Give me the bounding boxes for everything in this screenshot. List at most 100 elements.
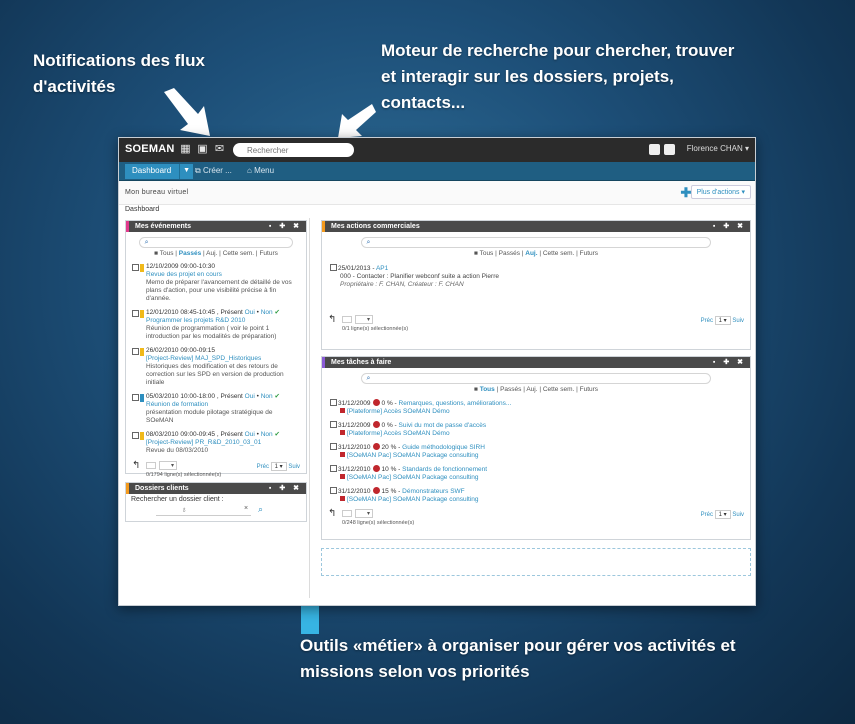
filter-past[interactable]: Passés <box>500 386 521 393</box>
select-all-toggle[interactable] <box>146 462 156 469</box>
checkbox[interactable] <box>330 487 337 494</box>
search-input[interactable] <box>233 143 354 157</box>
task-project[interactable]: [SOeMAN Pac] SOeMAN Package consulting <box>347 496 479 503</box>
nav-dashboard[interactable]: Dashboard ▼ <box>125 164 194 179</box>
action-select[interactable]: ▾ <box>355 509 373 518</box>
prev-page-link[interactable]: Préc <box>701 318 713 324</box>
search-icon[interactable]: ⌕ <box>258 504 263 515</box>
filter-all[interactable]: Tous <box>480 386 495 393</box>
event-title[interactable]: [Project-Review] MAJ_SPD_Historiques <box>146 355 300 363</box>
event-title[interactable]: Programmer les projets R&D 2010 <box>146 317 300 325</box>
notes-icon[interactable]: ▣ <box>196 143 209 156</box>
return-icon[interactable]: ↰ <box>328 314 336 325</box>
event-item[interactable]: 12/01/2010 08:45-10:45 , Présent Oui • N… <box>126 306 306 344</box>
task-item[interactable]: 31/12/2009 0 % - Suivi du mot de passe d'… <box>322 418 750 440</box>
attend-no-link[interactable]: Non <box>261 431 273 438</box>
page-select[interactable]: 1 ▾ <box>714 510 731 519</box>
help-icon[interactable] <box>649 144 660 155</box>
filter-future[interactable]: Futurs <box>580 386 598 393</box>
filter-past[interactable]: Passés <box>179 250 201 257</box>
nav-create[interactable]: ⧉ Créer ... <box>195 166 232 176</box>
filter-future[interactable]: Futurs <box>259 250 277 257</box>
filter-week[interactable]: Cette sem. <box>543 250 574 257</box>
task-title[interactable]: Démonstrateurs SWF <box>402 488 465 495</box>
checkbox[interactable] <box>132 264 139 271</box>
more-actions-button[interactable]: Plus d'actions ▾ <box>690 185 751 199</box>
action-select[interactable]: ▾ <box>355 315 373 324</box>
actions-search-field[interactable]: ⌕ <box>360 237 712 248</box>
task-project[interactable]: [SOeMAN Pac] SOeMAN Package consulting <box>347 452 479 459</box>
settings-icon[interactable] <box>664 144 675 155</box>
panel-controls[interactable]: ▪ ✚ ✖ <box>713 222 746 230</box>
checkbox[interactable] <box>330 465 337 472</box>
chevron-down-icon[interactable]: ▼ <box>179 164 193 179</box>
checkbox[interactable] <box>132 394 139 401</box>
tasks-search-field[interactable]: ⌕ <box>360 373 712 384</box>
next-page-link[interactable]: Suiv <box>288 464 300 470</box>
event-item[interactable]: 12/10/2009 09:00-10:30 Revue des projet … <box>126 260 306 306</box>
prev-page-link[interactable]: Préc <box>701 512 713 518</box>
filter-today[interactable]: Auj. <box>526 386 537 393</box>
task-title[interactable]: Remarques, questions, améliorations... <box>399 400 512 407</box>
return-icon[interactable]: ↰ <box>328 508 336 519</box>
attend-yes-link[interactable]: Oui <box>245 393 255 400</box>
checkbox[interactable] <box>132 432 139 439</box>
widget-drop-zone[interactable] <box>321 548 751 576</box>
filter-week[interactable]: Cette sem. <box>223 250 254 257</box>
select-all-toggle[interactable] <box>342 510 352 517</box>
attend-no-link[interactable]: Non <box>261 309 273 316</box>
event-title[interactable]: Réunion de formation <box>146 401 300 409</box>
filter-today[interactable]: Auj. <box>525 250 537 257</box>
nav-menu[interactable]: ⌂ Menu <box>247 166 274 175</box>
calendar-icon[interactable]: ▦ <box>179 143 192 156</box>
next-page-link[interactable]: Suiv <box>732 512 744 518</box>
task-item[interactable]: 31/12/2010 20 % - Guide méthodologique SI… <box>322 440 750 462</box>
filter-all[interactable]: Tous <box>160 250 174 257</box>
checkbox[interactable] <box>132 348 139 355</box>
select-all-toggle[interactable] <box>342 316 352 323</box>
filter-past[interactable]: Passés <box>499 250 520 257</box>
task-project[interactable]: [SOeMAN Pac] SOeMAN Package consulting <box>347 474 479 481</box>
page-select[interactable]: 1 ▾ <box>714 316 731 325</box>
checkbox[interactable] <box>330 443 337 450</box>
action-select[interactable]: ▾ <box>159 461 177 470</box>
task-item[interactable]: 31/12/2009 0 % - Remarques, questions, am… <box>322 396 750 418</box>
user-menu[interactable]: Florence CHAN ▾ <box>687 144 749 153</box>
task-project[interactable]: [Plateforme] Accès SOeMAN Démo <box>347 408 450 415</box>
clients-search-input[interactable] <box>156 515 251 516</box>
checkbox[interactable] <box>330 264 337 271</box>
filter-today[interactable]: Auj. <box>206 250 217 257</box>
task-item[interactable]: 31/12/2010 10 % - Standards de fonctionne… <box>322 462 750 484</box>
action-item[interactable]: 25/01/2013 - AP1 000 - Contacter : Plani… <box>322 260 750 312</box>
event-title[interactable]: [Project-Review] PR_R&D_2010_03_01 <box>146 439 300 447</box>
checkbox[interactable] <box>330 399 337 406</box>
return-icon[interactable]: ↰ <box>132 460 140 471</box>
panel-controls[interactable]: ▪ ✚ ✖ <box>269 484 302 492</box>
panel-controls[interactable]: ▪ ✚ ✖ <box>269 222 302 230</box>
event-item[interactable]: 08/03/2010 09:00-09:45 , Présent Oui • N… <box>126 428 306 458</box>
panel-controls[interactable]: ▪ ✚ ✖ <box>713 358 746 366</box>
clear-icon[interactable]: × <box>244 505 248 512</box>
task-title[interactable]: Standards de fonctionnement <box>402 466 487 473</box>
filter-future[interactable]: Futurs <box>580 250 598 257</box>
event-title[interactable]: Revue des projet en cours <box>146 271 300 279</box>
filter-week[interactable]: Cette sem. <box>543 386 574 393</box>
action-code[interactable]: AP1 <box>376 265 388 272</box>
checkbox[interactable] <box>132 310 139 317</box>
events-search-field[interactable]: ⌕ <box>138 237 294 248</box>
next-page-link[interactable]: Suiv <box>732 318 744 324</box>
checkbox[interactable] <box>330 421 337 428</box>
inbox-icon[interactable]: ✉ <box>213 143 226 156</box>
task-title[interactable]: Suivi du mot de passe d'accès <box>399 422 487 429</box>
task-title[interactable]: Guide méthodologique SIRH <box>402 444 485 451</box>
attend-no-link[interactable]: Non <box>261 393 273 400</box>
prev-page-link[interactable]: Préc <box>257 464 269 470</box>
task-item[interactable]: 31/12/2010 15 % - Démonstrateurs SWF [SOe… <box>322 484 750 506</box>
page-select[interactable]: 1 ▾ <box>270 462 287 471</box>
attend-yes-link[interactable]: Oui <box>245 309 255 316</box>
task-project[interactable]: [Plateforme] Accès SOeMAN Démo <box>347 430 450 437</box>
filter-all[interactable]: Tous <box>480 250 494 257</box>
event-item[interactable]: 05/03/2010 10:00-18:00 , Présent Oui • N… <box>126 390 306 428</box>
attend-yes-link[interactable]: Oui <box>245 431 255 438</box>
event-item[interactable]: 26/02/2010 09:00-09:15 [Project-Review] … <box>126 344 306 390</box>
